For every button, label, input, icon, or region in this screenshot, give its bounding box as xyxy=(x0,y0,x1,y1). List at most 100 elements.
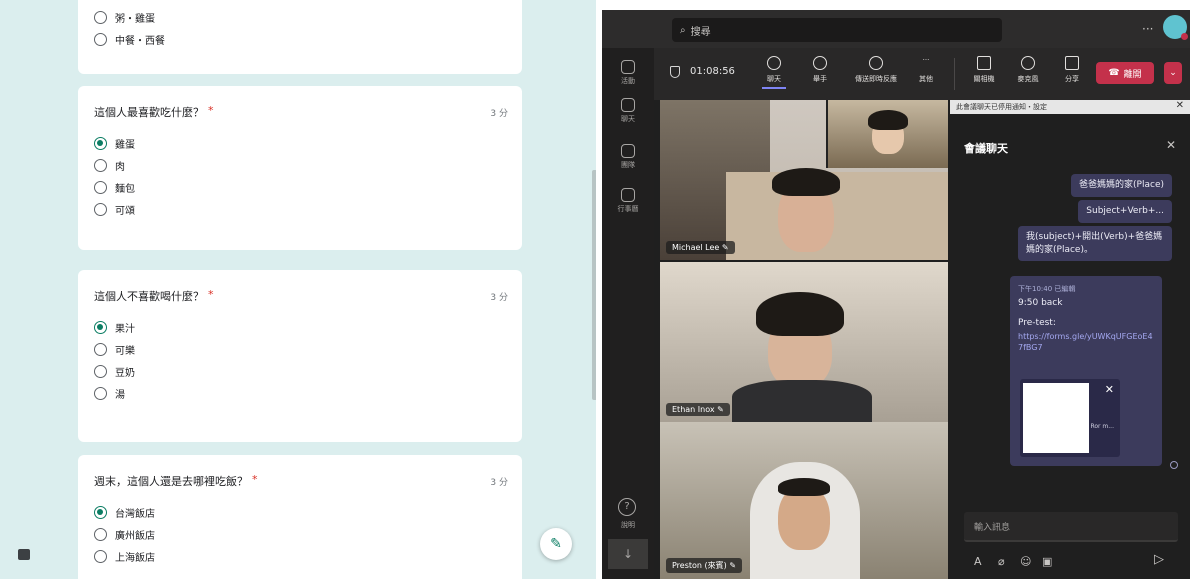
more-options-button[interactable]: ··· xyxy=(1142,22,1153,36)
radio-button-selected[interactable] xyxy=(94,505,107,519)
more-icon: ··· xyxy=(922,56,930,64)
participant-hair xyxy=(772,168,840,196)
edit-pencil-button[interactable]: ✎ xyxy=(540,528,572,560)
radio-button-selected[interactable] xyxy=(94,320,107,334)
radio-button[interactable] xyxy=(94,158,107,172)
pencil-icon: ✎ xyxy=(550,536,562,552)
radio-button[interactable] xyxy=(94,10,107,24)
message-timestamp: 下午10:40 已編輯 xyxy=(1018,285,1076,293)
option-row[interactable]: 湯 xyxy=(94,382,506,404)
shield-icon xyxy=(670,66,680,78)
video-tile[interactable]: Michael Lee ✎ xyxy=(660,100,948,260)
scrollbar[interactable] xyxy=(592,170,596,400)
rail-item-calendar[interactable]: 行事曆 xyxy=(602,188,654,214)
mic-button[interactable]: 麥克風 xyxy=(1006,56,1050,84)
option-row[interactable]: 果汁 xyxy=(94,316,506,338)
rail-item-chat[interactable]: 聊天 xyxy=(602,98,654,124)
app-rail: 活動 聊天 團隊 行事曆 ? 說明 ↓ xyxy=(602,48,654,579)
option-row[interactable]: 台灣飯店 xyxy=(94,501,506,523)
avatar[interactable] xyxy=(1163,15,1188,40)
meeting-controls-bar: 01:08:56 聊天 舉手 傳送即時反應 ··· 其他 關相機 麥克風 分享 ☎… xyxy=(654,48,1190,100)
share-icon xyxy=(1065,56,1079,70)
radio-button[interactable] xyxy=(94,386,107,400)
video-tile[interactable]: Preston (來賓) ✎ xyxy=(660,422,948,579)
reactions-button[interactable]: 傳送即時反應 xyxy=(848,56,904,84)
participant-name: Ethan Inox ✎ xyxy=(666,403,730,416)
link-preview[interactable]: ✕ Ror m... xyxy=(1020,379,1120,457)
share-button[interactable]: 分享 xyxy=(1050,56,1094,84)
feedback-icon[interactable] xyxy=(18,549,30,560)
radio-button[interactable] xyxy=(94,527,107,541)
radio-button[interactable] xyxy=(94,180,107,194)
attach-icon[interactable]: ⌀ xyxy=(998,555,1005,568)
more-actions-button[interactable]: ··· 其他 xyxy=(904,56,948,84)
chat-icon xyxy=(621,98,635,112)
option-row[interactable]: 雞蛋 xyxy=(94,132,506,154)
option-row[interactable]: 中餐・西餐 xyxy=(94,28,506,50)
participant-hair xyxy=(778,478,830,496)
gif-icon[interactable]: ▣ xyxy=(1042,555,1052,568)
leave-options-chevron[interactable]: ⌄ xyxy=(1164,62,1182,84)
radio-button[interactable] xyxy=(94,202,107,216)
message-text: Pre-test: xyxy=(1018,318,1056,328)
raise-hand-button[interactable]: 舉手 xyxy=(798,56,842,84)
calendar-icon xyxy=(621,188,635,202)
chat-message[interactable]: 我(subject)+開出(Verb)+爸爸媽媽的家(Place)。 xyxy=(1018,226,1172,262)
option-row[interactable]: 可樂 xyxy=(94,338,506,360)
teams-top-bar: ⌕ 搜尋 ··· xyxy=(602,10,1190,48)
message-link[interactable]: https://forms.gle/yUWKqUFGEoE47fBG7 xyxy=(1018,332,1154,354)
option-row[interactable]: 可頌 xyxy=(94,198,506,220)
option-row[interactable]: 粥・雞蛋 xyxy=(94,6,506,28)
rail-item-activity[interactable]: 活動 xyxy=(602,60,654,86)
mic-icon xyxy=(1021,56,1035,70)
question-title: 週末，這個人還是去哪裡吃飯？ * xyxy=(94,473,258,488)
option-row[interactable]: 麵包 xyxy=(94,176,506,198)
chat-notice-banner: 此會議聊天已停用通知・設定 ✕ xyxy=(950,100,1190,114)
format-icon[interactable]: A xyxy=(974,555,982,568)
participant-hair xyxy=(756,292,844,336)
bell-icon xyxy=(621,60,635,74)
google-form-pane: 粥・雞蛋 中餐・西餐 這個人最喜歡吃什麼？ * 3 分 雞蛋 肉 麵包 可頌 這個… xyxy=(0,0,596,579)
raise-hand-icon xyxy=(813,56,827,70)
radio-button[interactable] xyxy=(94,342,107,356)
emoji-icon[interactable]: ☺ xyxy=(1020,555,1031,568)
video-tile-inset xyxy=(826,100,948,168)
download-button[interactable]: ↓ xyxy=(608,539,648,569)
option-row[interactable]: 肉 xyxy=(94,154,506,176)
radio-button[interactable] xyxy=(94,549,107,563)
question-card-partial: 粥・雞蛋 中餐・西餐 xyxy=(78,0,522,74)
participant-name: Preston (來賓) ✎ xyxy=(666,558,743,573)
download-icon: ↓ xyxy=(622,547,634,561)
video-tile[interactable]: Ethan Inox ✎ xyxy=(660,262,948,422)
chevron-down-icon: ⌄ xyxy=(1169,68,1177,78)
close-icon[interactable]: ✕ xyxy=(1166,138,1176,152)
radio-button-selected[interactable] xyxy=(94,136,107,150)
chat-message-input[interactable]: 輸入訊息 xyxy=(964,512,1178,542)
close-icon[interactable]: ✕ xyxy=(1105,383,1114,396)
chat-message-card[interactable]: 下午10:40 已編輯 9:50 back Pre-test: https://… xyxy=(1010,276,1162,466)
rail-item-teams[interactable]: 團隊 xyxy=(602,144,654,170)
camera-button[interactable]: 關相機 xyxy=(962,56,1006,84)
participant-name: Michael Lee ✎ xyxy=(666,241,735,254)
send-icon[interactable]: ▷ xyxy=(1154,552,1164,567)
points-label: 3 分 xyxy=(490,293,508,303)
radio-button[interactable] xyxy=(94,364,107,378)
option-row[interactable]: 廣州飯店 xyxy=(94,523,506,545)
chat-button[interactable]: 聊天 xyxy=(752,56,796,89)
chat-message[interactable]: 爸爸媽媽的家(Place) xyxy=(1071,174,1172,197)
search-input[interactable]: ⌕ 搜尋 xyxy=(672,18,1002,42)
meeting-timer: 01:08:56 xyxy=(690,66,735,77)
chat-icon xyxy=(767,56,781,70)
teams-icon xyxy=(621,144,635,158)
help-button[interactable]: ? xyxy=(618,498,636,516)
message-text: 9:50 back xyxy=(1018,298,1063,308)
close-icon[interactable]: ✕ xyxy=(1176,100,1184,111)
radio-button[interactable] xyxy=(94,32,107,46)
option-row[interactable]: 上海飯店 xyxy=(94,545,506,567)
divider xyxy=(954,58,955,90)
participant-body xyxy=(732,380,872,422)
chat-message[interactable]: Subject+Verb+... xyxy=(1078,200,1172,223)
question-card: 這個人不喜歡喝什麼？ * 3 分 果汁 可樂 豆奶 湯 xyxy=(78,270,522,442)
option-row[interactable]: 豆奶 xyxy=(94,360,506,382)
leave-button[interactable]: ☎ 離開 xyxy=(1096,62,1154,84)
